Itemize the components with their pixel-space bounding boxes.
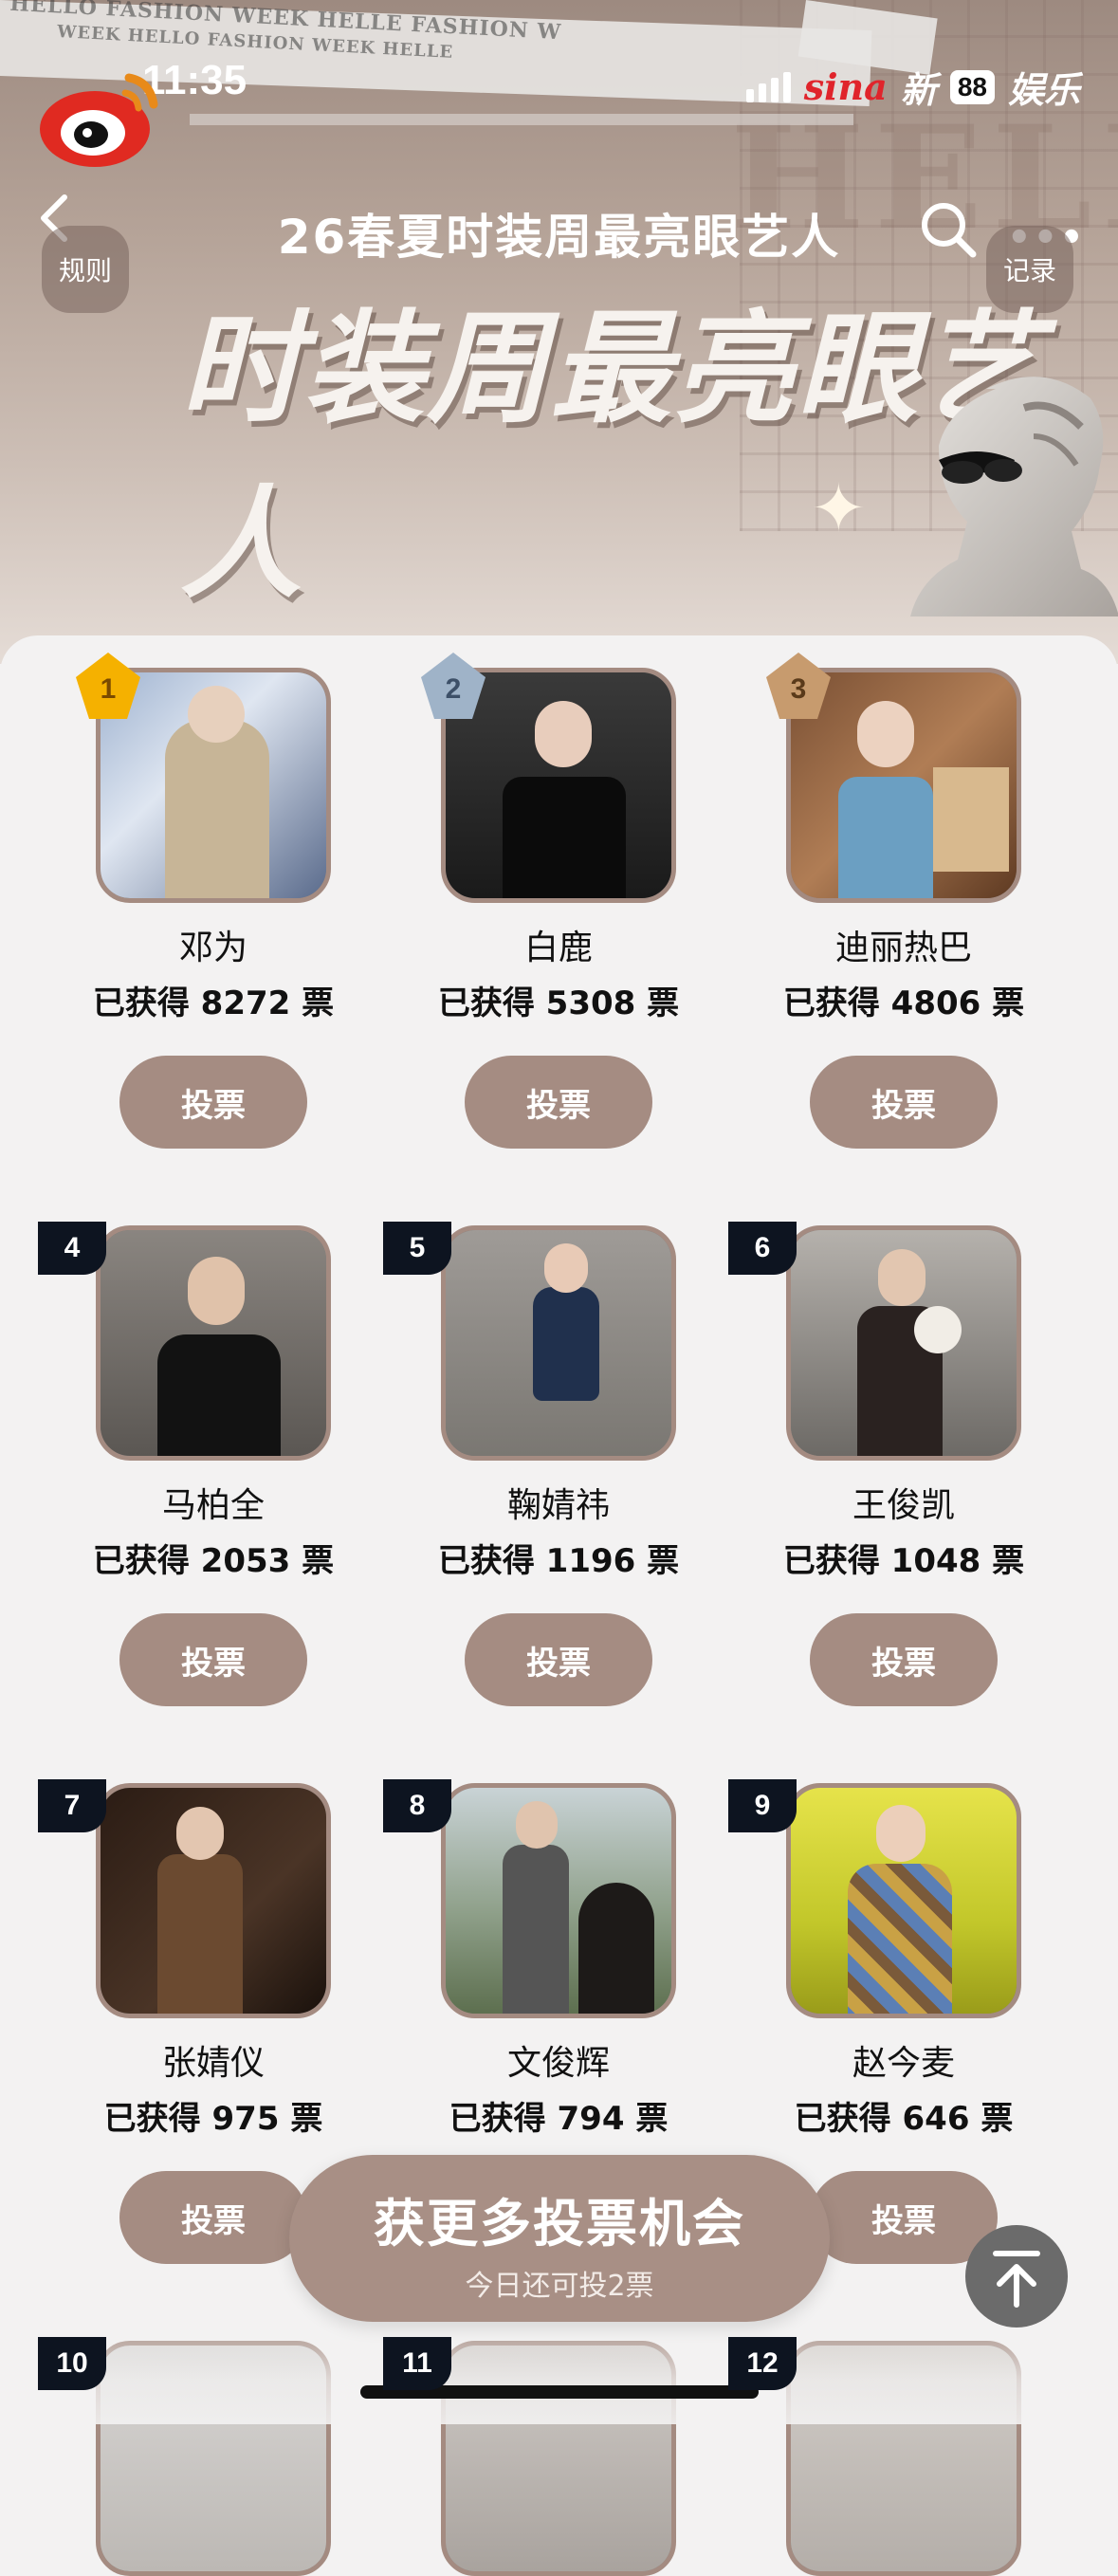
candidate-name: 张婧仪	[161, 2044, 265, 2083]
more-votes-button[interactable]: 获更多投票机会 今日还可投2票	[289, 2155, 830, 2322]
candidate-votes: 已获得 1048 票	[782, 1542, 1025, 1580]
candidate-photo[interactable]	[786, 1783, 1021, 2018]
signal-icon	[745, 71, 791, 102]
candidate-photo[interactable]	[441, 2341, 676, 2576]
banner: HELLO HELLO FASHION WEEK HELLE FASHION W…	[0, 0, 1118, 664]
rank-badge: 6	[728, 1222, 797, 1275]
search-icon[interactable]	[918, 199, 979, 260]
candidate-name: 文俊辉	[506, 2044, 610, 2083]
cta-main-label: 获更多投票机会	[374, 2194, 745, 2254]
candidate-name: 白鹿	[523, 929, 593, 967]
candidate-photo[interactable]	[786, 1225, 1021, 1461]
rules-button[interactable]: 规则	[42, 226, 129, 313]
candidate-photo[interactable]	[441, 1225, 676, 1461]
scroll-to-top-button[interactable]	[965, 2225, 1068, 2328]
silver-medal-icon: 2	[421, 653, 486, 719]
candidate-name: 鞠婧祎	[506, 1486, 610, 1525]
rank-badge: 7	[38, 1779, 106, 1832]
vote-button[interactable]: 投票	[119, 1613, 307, 1706]
gold-medal-icon: 1	[76, 653, 140, 719]
vote-button[interactable]: 投票	[465, 1613, 652, 1706]
candidate-photo[interactable]	[441, 1783, 676, 2018]
rank-badge: 11	[383, 2337, 451, 2390]
statue-bust-image	[910, 377, 1118, 616]
weibo-logo-icon	[40, 73, 158, 167]
rank-badge: 10	[38, 2337, 106, 2390]
svg-text:3: 3	[791, 673, 807, 705]
brand-suffix: 新	[900, 69, 937, 111]
candidate-photo[interactable]	[786, 2341, 1021, 2576]
candidate-photo[interactable]	[96, 1783, 331, 2018]
newspaper-strip	[190, 114, 853, 125]
candidate-name: 王俊凯	[852, 1486, 955, 1525]
candidate-name: 赵今麦	[852, 2044, 955, 2083]
candidate-card: 6 王俊凯 已获得 1048 票 投票	[728, 1222, 1075, 1706]
status-bar-right: sina 新 88 娱乐	[745, 61, 1080, 113]
rank-badge: 5	[383, 1222, 451, 1275]
rank-badge: 12	[728, 2337, 797, 2390]
candidate-photo[interactable]	[96, 1225, 331, 1461]
candidate-card: 4 马柏全 已获得 2053 票 投票	[38, 1222, 385, 1706]
cta-sub-label: 今日还可投2票	[465, 2270, 654, 2303]
candidate-votes: 已获得 794 票	[449, 2100, 669, 2138]
rank-badge: 4	[38, 1222, 106, 1275]
arrow-up-icon	[993, 2251, 1040, 2308]
candidate-votes: 已获得 975 票	[103, 2100, 323, 2138]
candidate-card: 5 鞠婧祎 已获得 1196 票 投票	[383, 1222, 730, 1706]
app-label: 娱乐	[1007, 69, 1080, 111]
vote-button[interactable]: 投票	[810, 1056, 998, 1149]
candidate-card: 3 迪丽热巴 已获得 4806 票 投票	[732, 653, 1075, 1149]
vote-button[interactable]: 投票	[119, 2171, 307, 2264]
candidate-card: 10	[38, 2337, 385, 2576]
candidate-votes: 已获得 5308 票	[437, 984, 680, 1022]
candidate-card: 2 白鹿 已获得 5308 票 投票	[387, 653, 730, 1149]
sparkle-icon: ✦	[811, 469, 867, 547]
candidate-card: 11	[383, 2337, 730, 2576]
sina-logo: sina	[803, 65, 888, 108]
candidate-card: 1 邓为 已获得 8272 票 投票	[42, 653, 385, 1149]
candidate-card: 12	[728, 2337, 1075, 2576]
rank-badge: 9	[728, 1779, 797, 1832]
candidate-votes: 已获得 1196 票	[437, 1542, 680, 1580]
rank-badge: 8	[383, 1779, 451, 1832]
candidate-votes: 已获得 646 票	[794, 2100, 1014, 2138]
candidate-votes: 已获得 8272 票	[92, 984, 335, 1022]
candidate-votes: 已获得 2053 票	[92, 1542, 335, 1580]
svg-text:1: 1	[101, 673, 117, 705]
candidate-name: 迪丽热巴	[834, 929, 972, 967]
bronze-medal-icon: 3	[766, 653, 831, 719]
svg-text:2: 2	[446, 673, 462, 705]
candidate-name: 邓为	[178, 929, 247, 967]
vote-button[interactable]: 投票	[465, 1056, 652, 1149]
candidate-name: 马柏全	[161, 1486, 265, 1525]
vote-button[interactable]: 投票	[810, 1613, 998, 1706]
candidate-votes: 已获得 4806 票	[782, 984, 1025, 1022]
vote-button[interactable]: 投票	[119, 1056, 307, 1149]
battery-icon: 88	[949, 69, 995, 104]
candidate-photo[interactable]	[96, 2341, 331, 2576]
